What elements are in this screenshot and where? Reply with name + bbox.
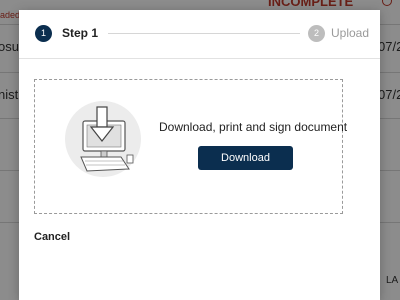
cancel-button[interactable]: Cancel (34, 231, 70, 243)
download-computer-illustration-icon (65, 101, 141, 177)
step-2-label: Upload (331, 26, 370, 40)
instruction-text: Download, print and sign document (159, 120, 348, 134)
stepper: 1 Step 1 2 Upload (19, 10, 380, 59)
step-2-number: 2 (308, 25, 325, 42)
download-button[interactable]: Download (198, 146, 293, 170)
step-1-number: 1 (35, 25, 52, 42)
upload-document-modal: 1 Step 1 2 Upload Download, print and si… (19, 10, 380, 300)
document-dropzone: Download, print and sign document Downlo… (34, 79, 347, 214)
step-connector (108, 33, 300, 34)
step-1-label: Step 1 (62, 26, 99, 40)
